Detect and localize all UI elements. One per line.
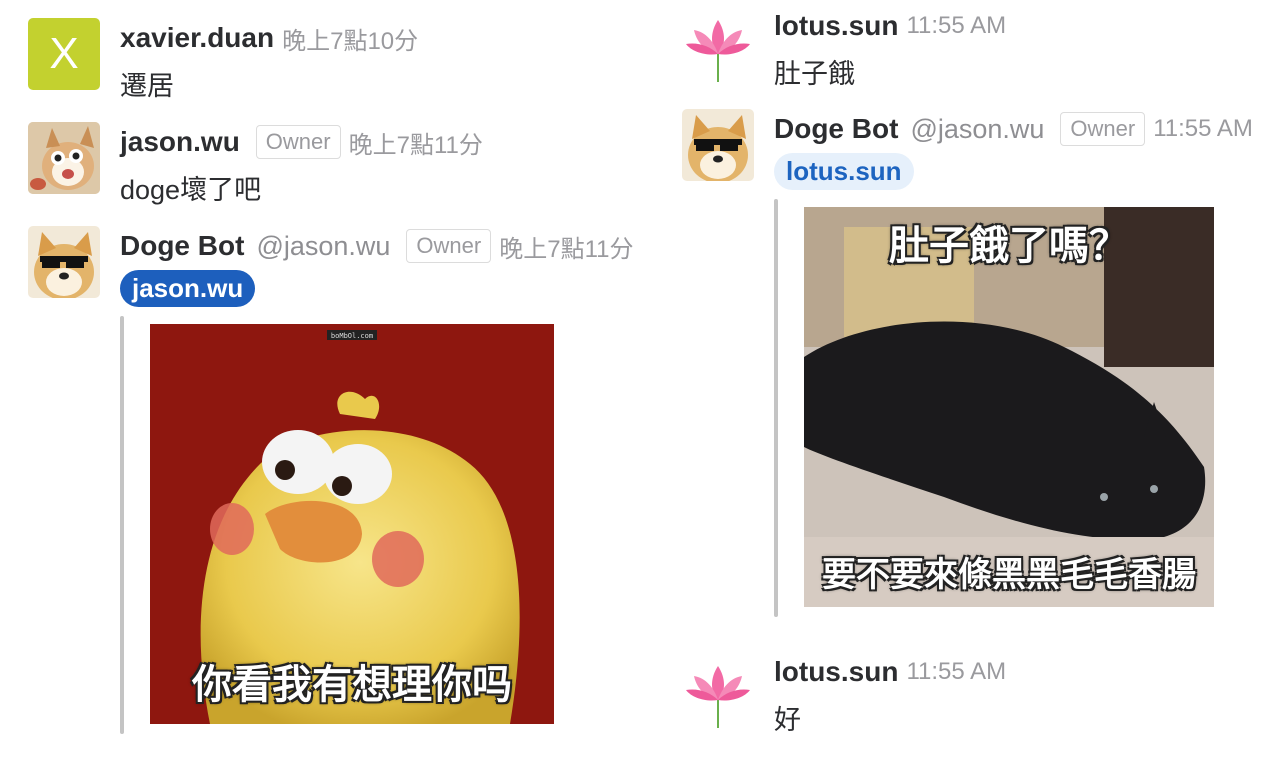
timestamp[interactable]: 11:55 AM	[906, 12, 1006, 40]
doge-avatar-icon[interactable]	[28, 122, 100, 194]
username[interactable]: xavier.duan	[120, 22, 274, 54]
mention-pill[interactable]: jason.wu	[120, 270, 256, 307]
timestamp[interactable]: 晚上7點11分	[499, 229, 633, 264]
message-lotus-2: lotus.sun 11:55 AM 好	[682, 654, 1282, 744]
message-text: doge壞了吧	[120, 175, 262, 205]
black-cat-meme-image[interactable]: 肚子餓了嗎？ 要不要來條黑黑毛毛香腸	[804, 207, 1214, 607]
message-doge-bot: Doge Bot @jason.wu Owner 晚上7點11分 jason.w…	[28, 226, 668, 748]
doge-sunglasses-avatar-icon[interactable]	[682, 109, 754, 181]
message-xavier: X xavier.duan 晚上7點10分 遷居	[28, 18, 648, 110]
username[interactable]: Doge Bot	[120, 230, 244, 262]
image-caption-bottom: 要不要來條黑黑毛毛香腸	[822, 556, 1196, 594]
lotus-icon[interactable]	[682, 658, 754, 730]
doge-sunglasses-avatar-icon[interactable]	[28, 226, 100, 298]
message-text: 好	[774, 705, 801, 735]
attachment-quote-bar	[120, 316, 124, 734]
chick-meme-image[interactable]: boMbOl.com 你看我有想理你吗	[150, 324, 554, 724]
message-doge-bot-2: Doge Bot @jason.wu Owner 11:55 AM lotus.…	[682, 109, 1282, 631]
username[interactable]: lotus.sun	[774, 10, 898, 42]
avatar-xavier[interactable]: X	[28, 18, 100, 90]
message-text: 遷居	[120, 71, 174, 101]
timestamp[interactable]: 11:55 AM	[1153, 115, 1253, 143]
image-caption-top: 肚子餓了嗎？	[889, 224, 1129, 268]
owner-badge: Owner	[1060, 112, 1146, 146]
message-jason: jason.wu Owner 晚上7點11分 doge壞了吧	[28, 122, 648, 214]
user-handle[interactable]: @jason.wu	[910, 114, 1044, 145]
timestamp[interactable]: 晚上7點11分	[349, 125, 483, 160]
message-lotus-1: lotus.sun 11:55 AM 肚子餓	[682, 8, 1282, 98]
image-watermark: boMbOl.com	[331, 332, 373, 340]
attachment-quote-bar	[774, 199, 778, 617]
timestamp[interactable]: 晚上7點10分	[282, 21, 418, 56]
user-handle[interactable]: @jason.wu	[256, 231, 390, 262]
mention-pill[interactable]: lotus.sun	[774, 153, 914, 190]
message-text: 肚子餓	[774, 59, 855, 89]
timestamp[interactable]: 11:55 AM	[906, 658, 1006, 686]
image-caption: 你看我有想理你吗	[192, 663, 512, 707]
lotus-icon[interactable]	[682, 12, 754, 84]
username[interactable]: Doge Bot	[774, 113, 898, 145]
username[interactable]: lotus.sun	[774, 656, 898, 688]
owner-badge: Owner	[406, 229, 492, 263]
username[interactable]: jason.wu	[120, 126, 240, 158]
avatar-letter: X	[49, 29, 79, 78]
owner-badge: Owner	[255, 125, 341, 159]
